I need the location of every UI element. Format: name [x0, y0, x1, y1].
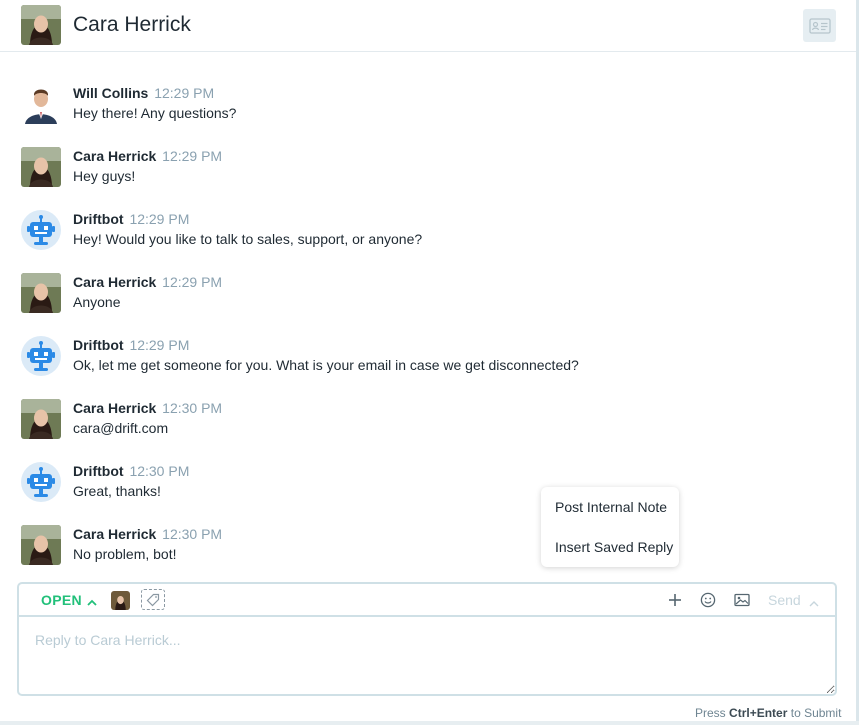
send-button[interactable]: Send	[768, 592, 819, 608]
sender-name: Driftbot	[73, 337, 124, 353]
message-text: Hey guys!	[73, 168, 136, 184]
conversation-header: Cara Herrick	[0, 0, 859, 52]
message-text: Great, thanks!	[73, 483, 161, 499]
message-text: Hey! Would you like to talk to sales, su…	[73, 231, 423, 247]
driftbot-avatar	[21, 210, 61, 250]
message: Cara Herrick 12:30 PM No problem, bot!	[21, 525, 821, 569]
avatar[interactable]	[21, 5, 61, 45]
hint-suffix: to Submit	[790, 706, 842, 720]
plus-icon	[669, 594, 681, 606]
send-label: Send	[768, 592, 801, 608]
sender-name: Cara Herrick	[73, 148, 157, 164]
message: Driftbot 12:29 PM Ok, let me get someone…	[21, 336, 821, 380]
hint-keys: Ctrl+Enter	[729, 706, 788, 720]
reply-input[interactable]	[19, 617, 835, 694]
avatar	[21, 84, 61, 124]
contact-card-button[interactable]	[803, 9, 836, 42]
message-timestamp: 12:29 PM	[129, 211, 190, 227]
avatar	[21, 147, 61, 187]
driftbot-avatar	[21, 462, 61, 502]
status-label: OPEN	[41, 592, 82, 608]
insert-saved-reply-menu-item[interactable]: Insert Saved Reply	[555, 539, 673, 555]
message-timestamp: 12:29 PM	[162, 148, 223, 164]
chevron-up-icon[interactable]	[809, 595, 819, 611]
post-internal-note-menu-item[interactable]: Post Internal Note	[555, 499, 667, 515]
composer-toolbar: OPEN Send	[19, 584, 835, 617]
composer-options-menu: Post Internal Note Insert Saved Reply	[541, 487, 679, 567]
avatar	[21, 525, 61, 565]
sender-name: Cara Herrick	[73, 274, 157, 290]
contact-card-icon	[808, 17, 831, 34]
message-timestamp: 12:29 PM	[162, 274, 223, 290]
message-text: Anyone	[73, 294, 121, 310]
message-timestamp: 12:29 PM	[129, 337, 190, 353]
message: Will Collins 12:29 PM Hey there! Any que…	[21, 84, 821, 128]
divider	[0, 721, 859, 725]
message-timestamp: 12:30 PM	[162, 400, 223, 416]
message-text: No problem, bot!	[73, 546, 177, 562]
message-timestamp: 12:30 PM	[129, 463, 190, 479]
sender-name: Driftbot	[73, 211, 124, 227]
assignee-avatar[interactable]	[111, 591, 130, 610]
avatar	[21, 399, 61, 439]
message: Driftbot 12:29 PM Hey! Would you like to…	[21, 210, 821, 254]
emoji-button[interactable]	[699, 591, 717, 609]
add-tag-button[interactable]	[141, 589, 165, 610]
message: Cara Herrick 12:29 PM Hey guys!	[21, 147, 821, 191]
conversation-status-button[interactable]: OPEN	[41, 592, 97, 608]
message-text: Ok, let me get someone for you. What is …	[73, 357, 579, 373]
sender-name: Cara Herrick	[73, 400, 157, 416]
image-button[interactable]	[733, 591, 751, 609]
message-text: cara@drift.com	[73, 420, 169, 436]
emoji-icon	[700, 592, 716, 608]
message: Cara Herrick 12:29 PM Anyone	[21, 273, 821, 317]
hint-prefix: Press	[695, 706, 726, 720]
driftbot-avatar	[21, 336, 61, 376]
message: Cara Herrick 12:30 PM cara@drift.com	[21, 399, 821, 443]
page-title: Cara Herrick	[73, 13, 191, 36]
avatar	[21, 273, 61, 313]
plus-button[interactable]	[666, 591, 684, 609]
reply-composer: OPEN Send Reply to Cara Herrick...	[17, 582, 837, 696]
message-timestamp: 12:29 PM	[154, 85, 215, 101]
message-text: Hey there! Any questions?	[73, 105, 237, 121]
sender-name: Driftbot	[73, 463, 124, 479]
sender-name: Cara Herrick	[73, 526, 157, 542]
tag-icon	[146, 593, 160, 606]
image-icon	[734, 593, 750, 607]
submit-hint: Press Ctrl+Enter to Submit	[695, 706, 841, 720]
chevron-up-icon	[87, 594, 97, 610]
message-list: Will Collins 12:29 PM Hey there! Any que…	[0, 52, 856, 577]
sender-name: Will Collins	[73, 85, 149, 101]
message: Driftbot 12:30 PM Great, thanks!	[21, 462, 821, 506]
message-timestamp: 12:30 PM	[162, 526, 223, 542]
